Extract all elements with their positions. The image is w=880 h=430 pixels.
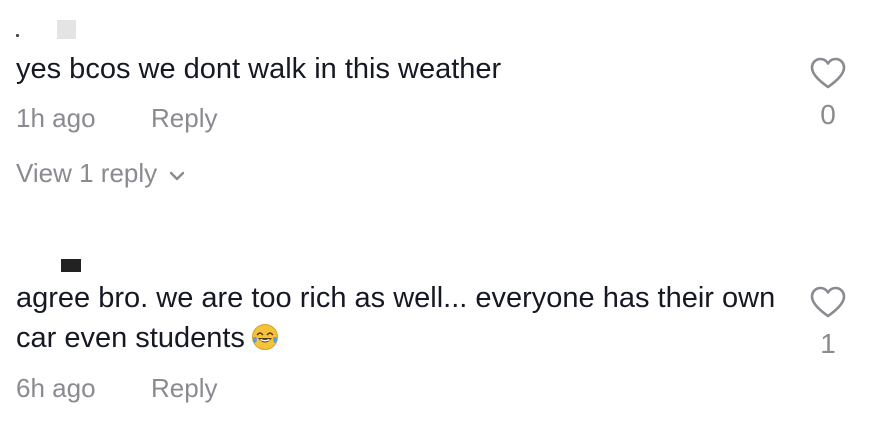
comment-meta: 6h ago Reply <box>16 373 217 404</box>
username-redacted <box>16 20 76 39</box>
reply-button[interactable]: Reply <box>151 373 217 404</box>
username-redacted <box>16 259 81 272</box>
like-control: 1 <box>803 285 853 360</box>
comment-text-body: agree bro. we are too rich as well... ev… <box>16 282 784 354</box>
redaction-block <box>61 259 81 272</box>
heart-outline-icon[interactable] <box>809 285 847 319</box>
face-with-tears-of-joy-icon <box>251 324 278 350</box>
chevron-down-icon <box>169 171 185 180</box>
like-count: 0 <box>820 99 836 130</box>
reply-button[interactable]: Reply <box>151 103 217 134</box>
comment-timestamp: 6h ago <box>16 373 96 403</box>
heart-outline-icon[interactable] <box>809 56 847 90</box>
comment-item: yes bcos we dont walk in this weather 1h… <box>0 0 880 210</box>
comment-text: yes bcos we dont walk in this weather <box>16 53 502 85</box>
comment-timestamp: 1h ago <box>16 103 96 133</box>
view-replies-button[interactable]: View 1 reply <box>16 158 185 189</box>
comment-meta: 1h ago Reply <box>16 103 217 134</box>
comment-item: agree bro. we are too rich as well... ev… <box>0 245 880 430</box>
like-control: 0 <box>803 56 853 131</box>
redaction-mark <box>16 34 19 37</box>
redaction-block <box>57 20 76 39</box>
like-count: 1 <box>820 328 836 359</box>
comment-text: agree bro. we are too rich as well... ev… <box>16 278 776 358</box>
view-replies-label: View 1 reply <box>16 158 158 188</box>
